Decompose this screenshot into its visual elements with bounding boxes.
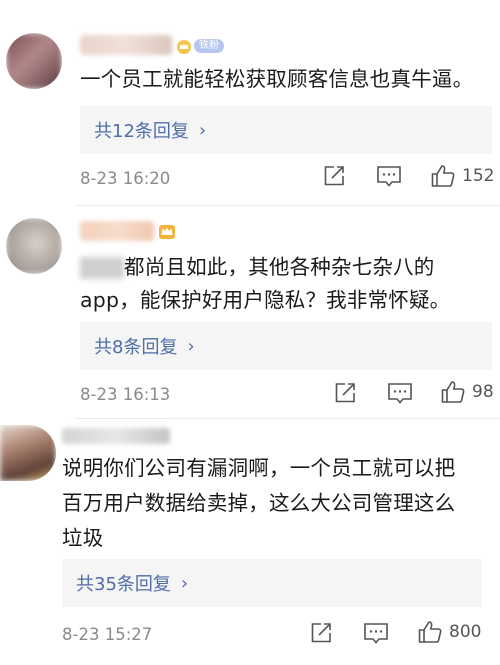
- timestamp: 8-23 15:27: [62, 624, 153, 644]
- replies-label: 共8条回复: [94, 337, 178, 358]
- chevron-right-icon: ›: [180, 572, 189, 594]
- avatar[interactable]: [6, 33, 62, 89]
- comment-button[interactable]: [376, 164, 402, 188]
- comment-meta: 8-23 15:27: [62, 619, 152, 649]
- comment-item-2: 都尚且如此，其他各种杂七杂八的 app，能保护好用户隐私？我非常怀疑。 共8条回…: [0, 206, 500, 418]
- like-icon: [418, 621, 442, 643]
- avatar[interactable]: [0, 425, 56, 481]
- replies-button[interactable]: 共8条回复 ›: [80, 322, 492, 370]
- comment-button[interactable]: [363, 621, 389, 645]
- replies-button[interactable]: 共12条回复 ›: [80, 106, 492, 154]
- like-button[interactable]: 152: [430, 163, 494, 189]
- share-button[interactable]: [309, 621, 333, 645]
- comment-text-line-1: 都尚且如此，其他各种杂七杂八的: [124, 255, 435, 279]
- like-icon: [441, 381, 465, 403]
- share-icon: [311, 623, 331, 643]
- comment-item-3: 说明你们公司有漏洞啊，一个员工就可以把 百万用户数据给卖掉，这么大公司管理这么 …: [0, 419, 500, 665]
- like-count: 800: [449, 622, 482, 642]
- like-count: 152: [462, 166, 495, 186]
- crown-icon: [159, 225, 175, 239]
- username-blurred[interactable]: [80, 221, 154, 241]
- comment-item-1: 铁粉 一个员工就能轻松获取顾客信息也真牛逼。 共12条回复 › 8-23 16:…: [0, 0, 500, 205]
- badge-label: 铁粉: [194, 39, 224, 53]
- comment-text-line-3: 垃圾: [62, 526, 104, 550]
- blurred-text-prefix: [80, 257, 124, 279]
- chevron-right-icon: ›: [187, 335, 195, 357]
- comment-icon: [377, 166, 401, 187]
- like-icon: [431, 165, 455, 187]
- crown-icon: [177, 40, 191, 54]
- comment-text-line-1: 说明你们公司有漏洞啊，一个员工就可以把: [62, 456, 456, 480]
- share-icon: [335, 383, 355, 403]
- replies-label: 共35条回复: [76, 574, 171, 595]
- timestamp: 8-23 16:13: [80, 384, 171, 404]
- username-blurred[interactable]: [80, 35, 172, 55]
- like-button[interactable]: 98: [440, 379, 494, 405]
- comment-meta: 8-23 16:13: [80, 379, 170, 409]
- chevron-right-icon: ›: [198, 119, 207, 141]
- comment-text-line-2: 百万用户数据给卖掉，这么大公司管理这么: [62, 491, 456, 515]
- comment-text-line-2: app，能保护好用户隐私？我非常怀疑。: [80, 288, 451, 312]
- fan-badge: 铁粉: [176, 37, 224, 55]
- comment-icon: [364, 623, 388, 644]
- avatar[interactable]: [6, 218, 62, 274]
- timestamp: 8-23 16:20: [80, 168, 171, 188]
- comment-icon: [388, 383, 412, 404]
- comment-button[interactable]: [387, 381, 413, 405]
- like-button[interactable]: 800: [417, 619, 481, 645]
- share-icon: [324, 166, 344, 186]
- replies-button[interactable]: 共35条回复 ›: [62, 559, 482, 607]
- share-button[interactable]: [333, 381, 357, 405]
- replies-label: 共12条回复: [94, 121, 189, 142]
- comment-text: 一个员工就能轻松获取顾客信息也真牛逼。: [80, 67, 474, 91]
- like-count: 98: [472, 382, 494, 402]
- username-blurred[interactable]: [62, 428, 170, 444]
- share-button[interactable]: [322, 164, 346, 188]
- comment-meta: 8-23 16:20: [80, 163, 170, 193]
